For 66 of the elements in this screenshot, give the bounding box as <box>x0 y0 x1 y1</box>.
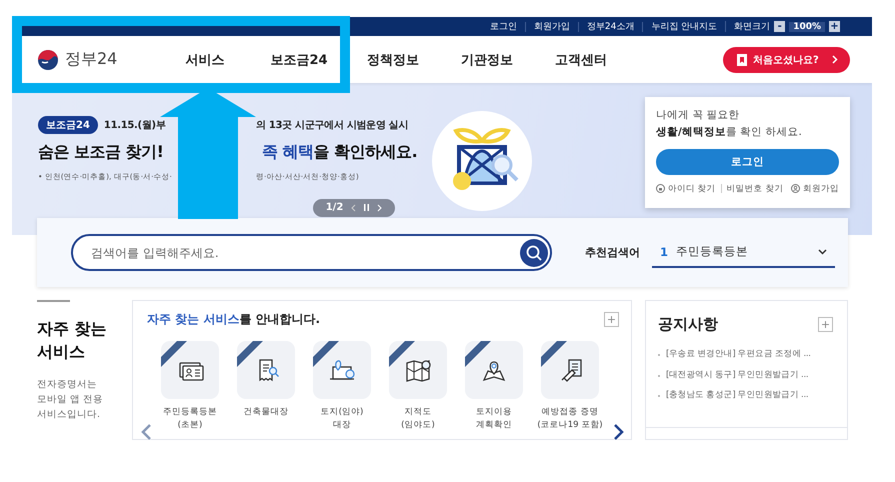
login-prompt: 나에게 꼭 필요한 <box>656 108 741 123</box>
service-label[interactable]: 토지이용 계획확인 <box>476 406 512 432</box>
search-field[interactable]: 검색어를 입력해주세요. <box>71 234 552 272</box>
next-icon[interactable] <box>377 204 382 212</box>
service-tile[interactable] <box>541 341 599 400</box>
login-prompt: 생활/혜택정보를 확인 하세요. <box>656 124 803 140</box>
notice-link[interactable]: [충청남도 홍성군] 무인민원발급기 ... <box>658 385 808 406</box>
zoom-level: 100% <box>789 22 825 32</box>
service-tile[interactable] <box>465 341 523 400</box>
service-label[interactable]: 예방접종 증명 (코로나19 포함) <box>537 406 603 432</box>
category-badge: 보조금24 <box>38 116 98 134</box>
pause-icon[interactable] <box>364 204 370 212</box>
nav-item[interactable]: 보조금24 <box>252 50 346 69</box>
login-button[interactable]: 로그인 <box>656 148 839 175</box>
account-link[interactable]: 아이디 찾기 <box>668 182 716 195</box>
chevron-right-icon <box>832 55 838 64</box>
banner-headline: 숨은 보조금 찾기! <box>38 142 164 163</box>
first-visit-button[interactable]: 처음오셨나요? <box>723 46 850 73</box>
lock-icon <box>656 184 665 194</box>
utility-link[interactable]: 누리집 안내지도 <box>642 22 726 32</box>
banner-headline: 족 혜택을 확인하세요. <box>262 142 418 163</box>
notice-link[interactable]: [대전광역시 동구] 무인민원발급기 ... <box>658 364 808 386</box>
notice-text: 의 13곳 시군구에서 시범운영 실시 <box>256 118 410 132</box>
section-description: 전자증명서는 모바일 앱 전용 서비스입니다. <box>37 378 104 422</box>
service-tile[interactable] <box>237 341 295 400</box>
font-size-label: 화면크기 <box>734 22 770 32</box>
service-tile[interactable] <box>389 341 447 400</box>
ribbon-icon <box>465 341 491 368</box>
more-button[interactable]: + <box>604 312 619 328</box>
utility-link[interactable]: 회원가입 <box>524 22 578 32</box>
utility-link[interactable]: 정부24소개 <box>578 22 642 32</box>
notice-title: 공지사항 <box>658 315 718 334</box>
logo-text[interactable]: 정부24 <box>65 49 118 70</box>
notice-text: 11.15.(월)부 <box>104 118 166 132</box>
account-link[interactable]: 회원가입 <box>803 182 839 195</box>
section-title: 자주 찾는 서비스 <box>37 318 108 364</box>
ribbon-icon <box>237 341 263 368</box>
ribbon-icon <box>389 341 415 368</box>
more-button[interactable]: + <box>818 317 833 332</box>
zoom-out-button[interactable]: - <box>774 21 786 32</box>
recommended-dropdown[interactable]: 1 주민등록등본 <box>652 238 835 268</box>
nav-item[interactable]: 정책정보 <box>346 50 440 69</box>
service-tile[interactable] <box>161 341 219 400</box>
logo-icon[interactable] <box>37 48 59 71</box>
user-icon <box>791 184 800 194</box>
slide-pager[interactable]: 1/2 <box>313 198 395 217</box>
recommended-label: 추천검색어 <box>585 245 640 260</box>
ribbon-icon <box>313 341 339 368</box>
service-label[interactable]: 지적도 (임야도) <box>401 406 435 432</box>
search-icon[interactable] <box>520 238 548 267</box>
nav-item[interactable]: 고객센터 <box>534 50 628 69</box>
ribbon-icon <box>161 341 187 368</box>
nav-item[interactable]: 서비스 <box>158 50 252 69</box>
service-label[interactable]: 건축물대장 <box>244 406 288 420</box>
service-label[interactable]: 토지(임야) 대장 <box>320 406 364 432</box>
notice-link[interactable]: [우송료 변경안내] 우편요금 조정에 ... <box>658 344 811 365</box>
utility-link[interactable]: 로그인 <box>482 22 525 32</box>
service-tile[interactable] <box>313 341 371 400</box>
account-link[interactable]: 비밀번호 찾기 <box>726 182 784 195</box>
zoom-in-button[interactable]: + <box>829 21 840 32</box>
bookmark-icon <box>737 54 747 66</box>
chevron-down-icon <box>818 248 827 255</box>
nav-item[interactable]: 기관정보 <box>440 50 534 69</box>
ribbon-icon <box>541 341 567 368</box>
services-heading: 자주 찾는 서비스를 안내합니다. <box>147 311 320 328</box>
service-label[interactable]: 주민등록등본 (초본) <box>163 406 217 432</box>
